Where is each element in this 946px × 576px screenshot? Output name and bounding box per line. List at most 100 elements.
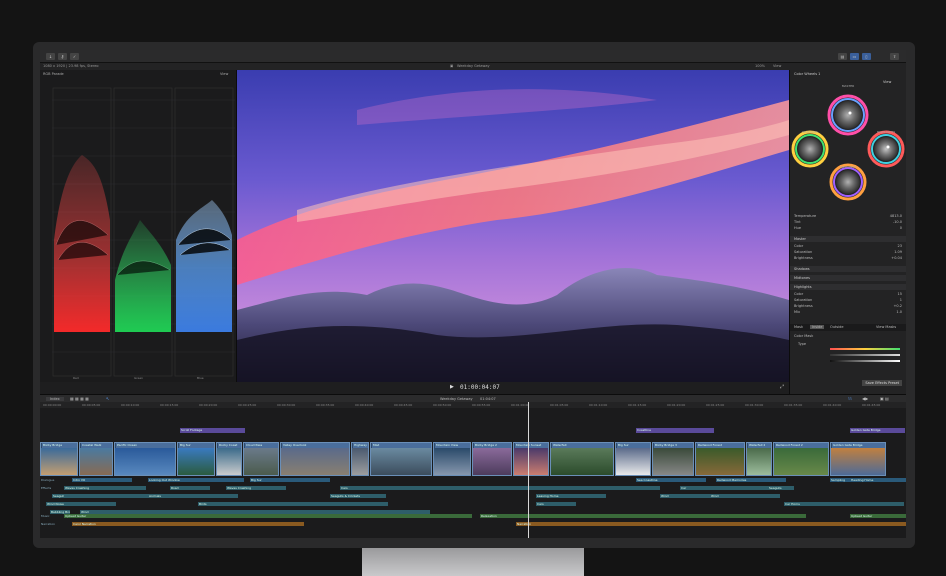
clip-label: Carol Narration: [73, 522, 96, 526]
video-clip[interactable]: Bixby Bridge 2: [472, 442, 512, 476]
ruler-tick: 00:00:50:00: [433, 403, 452, 407]
tint-row[interactable]: Tint -10.0: [794, 220, 902, 225]
video-clip[interactable]: Bixby Bridge 3: [652, 442, 694, 476]
audio-clip[interactable]: Animals: [148, 494, 238, 498]
mask-saturation-slider[interactable]: [830, 354, 900, 356]
viewer-view-menu[interactable]: View: [773, 64, 781, 68]
highlights-brightness-row[interactable]: Brightness +0.2: [794, 304, 902, 309]
video-clip[interactable]: Valley Overlook: [280, 442, 350, 476]
title-clip[interactable]: Golden Gate Bridge: [850, 428, 905, 433]
title-clip[interactable]: Scroll Footage: [180, 428, 245, 433]
audio-clip[interactable]: Waves Crashing: [226, 486, 286, 490]
video-clip[interactable]: Redwood Forest: [695, 442, 745, 476]
audio-clip[interactable]: Upbeat Guitar: [64, 514, 472, 518]
hue-row[interactable]: Hue 0: [794, 226, 902, 231]
viewer-image[interactable]: [237, 70, 789, 382]
audio-clip[interactable]: Wind Noise: [46, 502, 116, 506]
view-masks-menu[interactable]: View Masks: [876, 325, 896, 329]
video-clip[interactable]: Pacific Ocean: [114, 442, 176, 476]
video-clip[interactable]: Mountain View: [433, 442, 471, 476]
audio-clip[interactable]: Sea Coastline: [636, 478, 706, 482]
video-clip[interactable]: Mountain Sunset: [513, 442, 549, 476]
audio-clip[interactable]: Heading Home: [850, 478, 906, 482]
index-button[interactable]: Index: [46, 396, 64, 401]
highlights-color-row[interactable]: Color 15: [794, 292, 902, 297]
mask-luma-slider[interactable]: [830, 360, 900, 362]
snapping-icon[interactable]: ⌇⌇: [848, 396, 852, 401]
color-mask-label[interactable]: Color Mask: [794, 334, 813, 338]
video-clip[interactable]: Highway 1 Sunset: [351, 442, 369, 476]
monitor-stand: [362, 548, 584, 576]
inspector-toggle-icon[interactable]: ▯: [862, 53, 871, 60]
audio-clip[interactable]: Seagulls & Crickets: [330, 494, 386, 498]
mask-hue-slider[interactable]: [830, 348, 900, 350]
video-clip[interactable]: Mist: [370, 442, 432, 476]
clip-tools-icon[interactable]: ▦ ▦ ▦ ▦: [70, 396, 89, 401]
tab-outside[interactable]: Outside: [830, 325, 844, 329]
skimming-icon[interactable]: ◀▶: [862, 396, 868, 401]
highlights-saturation-row[interactable]: Saturation 1: [794, 298, 902, 303]
title-clip[interactable]: Coastline: [636, 428, 714, 433]
playhead[interactable]: [528, 402, 529, 538]
clip-label: Big Sur: [251, 478, 262, 482]
midtones-section[interactable]: Midtones: [790, 275, 906, 281]
shadows-section[interactable]: Shadows: [790, 266, 906, 272]
highlights-section[interactable]: Highlights: [790, 284, 906, 290]
clip-label: Wind: [661, 494, 669, 498]
video-clip[interactable]: Big Sur: [177, 442, 215, 476]
timeline-toggle-icon[interactable]: ▭: [850, 53, 859, 60]
temperature-row[interactable]: Temperature 4813.0: [794, 214, 902, 219]
audio-clip[interactable]: Leaving Home: [536, 494, 606, 498]
fullscreen-icon[interactable]: ⤢: [780, 384, 784, 390]
audio-clip[interactable]: Intro VO: [72, 478, 132, 482]
audio-clip[interactable]: Waves Crashing: [64, 486, 146, 490]
video-clip[interactable]: Rocky Coast: [216, 442, 242, 476]
tab-inside[interactable]: Inside: [810, 325, 825, 329]
master-saturation-row[interactable]: Saturation 1.09: [794, 250, 902, 255]
video-clip[interactable]: Big Sur: [615, 442, 651, 476]
video-clip[interactable]: Coastal Walk: [79, 442, 113, 476]
share-icon[interactable]: ⇪: [890, 53, 899, 60]
audio-clip[interactable]: Seagulls: [768, 486, 794, 490]
effect-name[interactable]: Color Wheels 1: [794, 72, 820, 76]
ruler-tick: 00:01:40:00: [823, 403, 842, 407]
audio-clip[interactable]: Road: [170, 486, 210, 490]
audio-clip[interactable]: Big Sur: [250, 478, 330, 482]
check-icon[interactable]: ✓: [70, 53, 79, 60]
select-tool-icon[interactable]: ↖: [106, 396, 109, 401]
highlights-mix-row[interactable]: Mix 1.0: [794, 310, 902, 315]
master-color-row[interactable]: Color 23: [794, 244, 902, 249]
video-clip[interactable]: Redwood Forest 2: [773, 442, 829, 476]
timeline-settings-icon[interactable]: ▣ ▤: [880, 396, 889, 401]
play-icon[interactable]: ▶: [450, 384, 454, 390]
inspector-view-menu[interactable]: View: [883, 80, 891, 84]
audio-clip[interactable]: Looking Out Window: [148, 478, 244, 482]
audio-clip[interactable]: Narration: [516, 522, 906, 526]
clip-thumbnail: [217, 448, 241, 475]
audio-clip[interactable]: Wind: [710, 494, 780, 498]
audio-clip[interactable]: Cars: [536, 502, 576, 506]
video-clip[interactable]: Waterfall 2: [746, 442, 772, 476]
zoom-level[interactable]: 100%: [755, 64, 765, 68]
master-wheel: [827, 94, 869, 136]
video-clip[interactable]: Cloud Pass: [243, 442, 279, 476]
video-clip[interactable]: Bixby Bridge: [40, 442, 78, 476]
audio-clip[interactable]: Cars: [340, 486, 660, 490]
audio-clip[interactable]: Carol Narration: [72, 522, 304, 526]
video-clip[interactable]: Waterfall: [550, 442, 614, 476]
ruler-tick: 00:00:55:00: [472, 403, 491, 407]
master-section[interactable]: Master: [790, 236, 906, 242]
audio-clip[interactable]: Birds: [198, 502, 388, 506]
browser-toggle-icon[interactable]: ▤: [838, 53, 847, 60]
tab-mask[interactable]: Mask: [794, 325, 803, 329]
save-preset-button[interactable]: Save Effects Preset: [862, 380, 902, 386]
keyword-icon[interactable]: ⚷: [58, 53, 67, 60]
audio-clip[interactable]: Car: [680, 486, 770, 490]
video-clip[interactable]: Golden Gate Bridge: [830, 442, 886, 476]
timeline-tracks[interactable]: Scroll Footage Coastline Golden Gate Bri…: [40, 408, 906, 538]
audio-clip[interactable]: Car Horns: [784, 502, 904, 506]
audio-clip[interactable]: Redwood Memories: [716, 478, 786, 482]
master-brightness-row[interactable]: Brightness +0.04: [794, 256, 902, 261]
audio-clip[interactable]: Upbeat Guitar: [850, 514, 906, 518]
import-icon[interactable]: ↓: [46, 53, 55, 60]
